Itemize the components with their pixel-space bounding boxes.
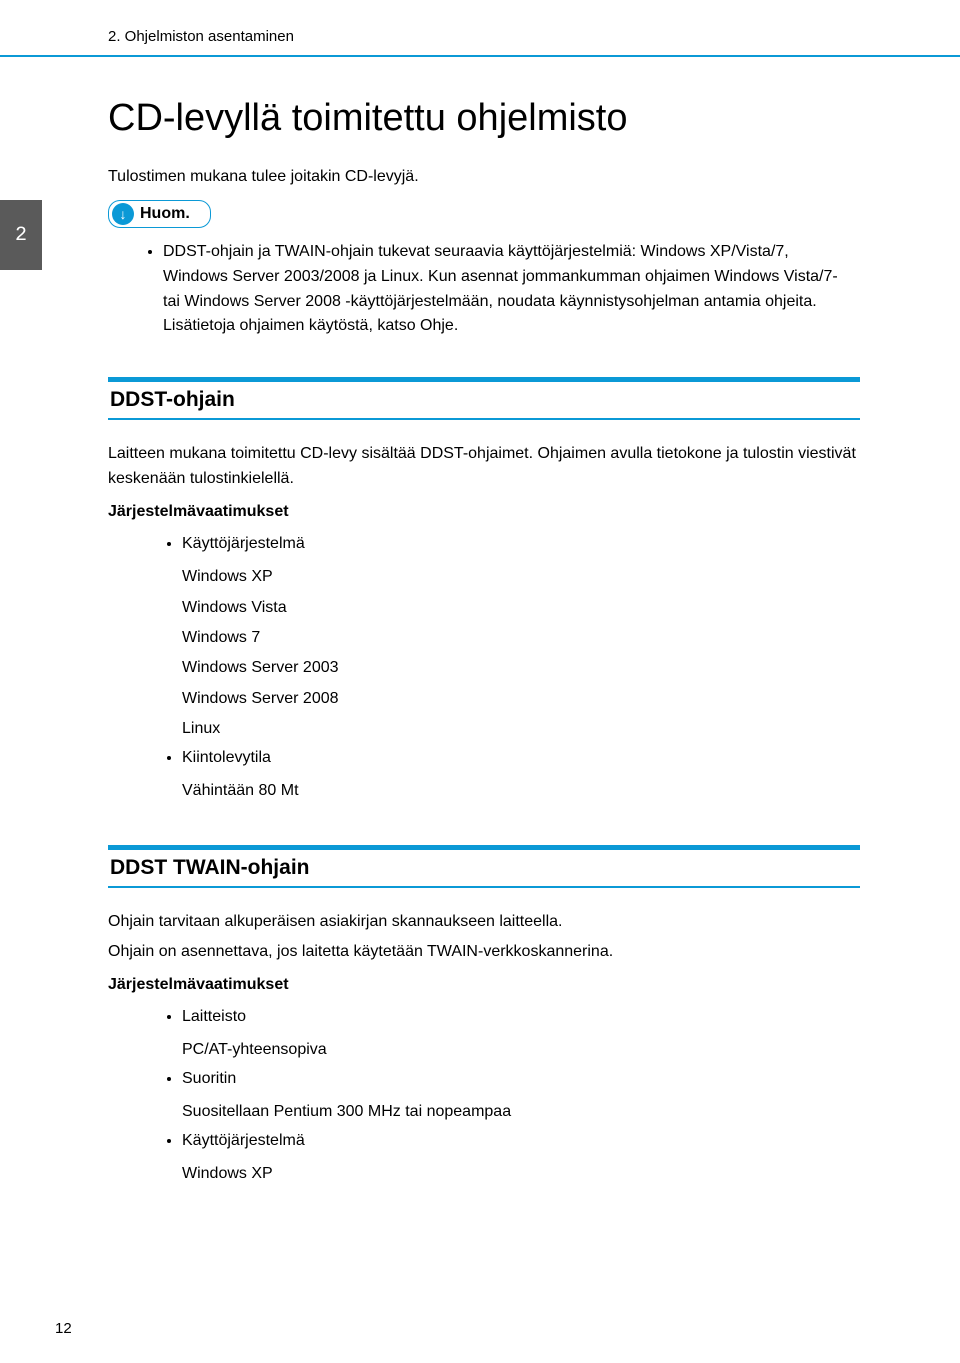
note-callout: ↓ Huom. [108,200,211,228]
section-heading-ddst-twain-ohjain: DDST TWAIN-ohjain [108,845,860,888]
req-item: Suoritin [182,1066,860,1092]
req-list: Käyttöjärjestelmä [108,1128,860,1154]
req-sub: Windows Server 2003 [182,653,860,683]
section-paragraph: Ohjain on asennettava, jos laitetta käyt… [108,940,860,965]
down-arrow-icon: ↓ [112,203,134,225]
note-label: Huom. [140,205,190,223]
note-item: DDST-ohjain ja TWAIN-ohjain tukevat seur… [163,240,860,339]
req-sub: Linux [182,714,860,744]
page-header: 2. Ohjelmiston asentaminen [0,0,960,55]
req-sub: Vähintään 80 Mt [182,776,860,806]
section-heading-ddst-ohjain: DDST-ohjain [108,377,860,420]
section-paragraph: Ohjain tarvitaan alkuperäisen asiakirjan… [108,910,860,935]
section-title: DDST-ohjain [108,382,860,418]
req-list: Laitteisto [108,1004,860,1030]
req-list: Käyttöjärjestelmä [108,531,860,557]
req-sub: Suositellaan Pentium 300 MHz tai nopeamp… [182,1097,860,1127]
req-sub: Windows 7 [182,623,860,653]
section-title: DDST TWAIN-ohjain [108,850,860,886]
req-item: Käyttöjärjestelmä [182,1128,860,1154]
req-sub: Windows XP [182,1159,860,1189]
intro-text: Tulostimen mukana tulee joitakin CD-levy… [108,168,860,186]
section-body: Ohjain tarvitaan alkuperäisen asiakirjan… [108,910,860,1190]
req-item: Käyttöjärjestelmä [182,531,860,557]
page-number: 12 [55,1320,72,1337]
req-list: Suoritin [108,1066,860,1092]
req-item: Kiintolevytila [182,745,860,771]
sysreq-label: Järjestelmävaatimukset [108,973,860,998]
req-sub: PC/AT-yhteensopiva [182,1035,860,1065]
section-paragraph: Laitteen mukana toimitettu CD-levy sisäl… [108,442,860,492]
note-list: DDST-ohjain ja TWAIN-ohjain tukevat seur… [108,240,860,339]
req-sub: Windows Vista [182,593,860,623]
req-sub: Windows XP [182,562,860,592]
page-title: CD-levyllä toimitettu ohjelmisto [108,97,860,140]
sysreq-label: Järjestelmävaatimukset [108,500,860,525]
section-body: Laitteen mukana toimitettu CD-levy sisäl… [108,442,860,806]
req-list: Kiintolevytila [108,745,860,771]
page-content: CD-levyllä toimitettu ohjelmisto Tulosti… [0,57,960,1190]
req-item: Laitteisto [182,1004,860,1030]
req-sub: Windows Server 2008 [182,684,860,714]
